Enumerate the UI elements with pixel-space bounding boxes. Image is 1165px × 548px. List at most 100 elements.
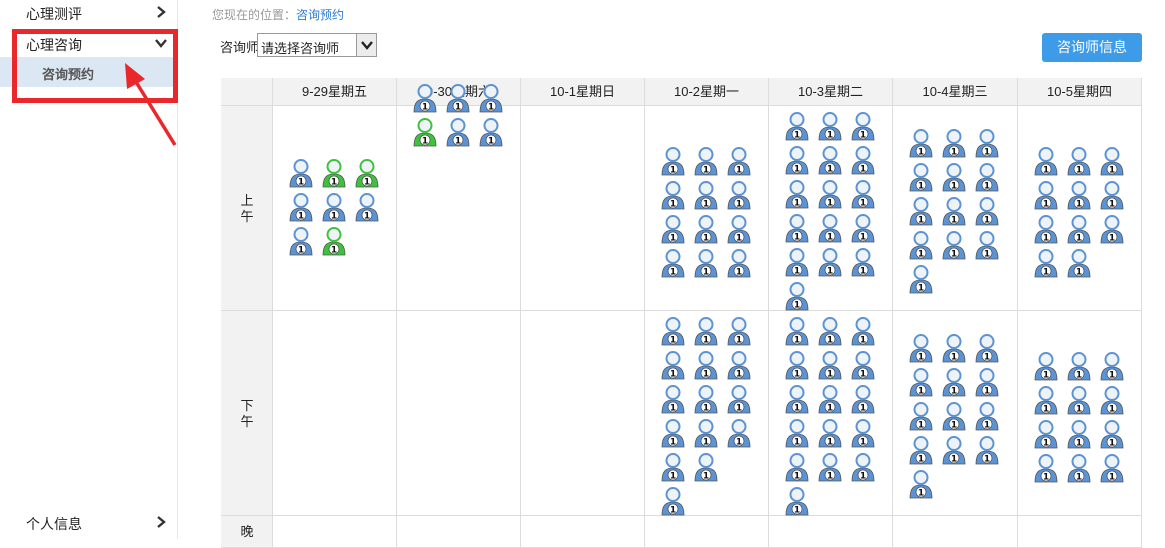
slot-available[interactable]: 1	[1033, 385, 1059, 415]
slot-available[interactable]: 1	[1033, 248, 1059, 278]
slot-available[interactable]: 1	[660, 350, 686, 380]
slot-available[interactable]: 1	[941, 435, 967, 465]
slot-available[interactable]: 1	[974, 128, 1000, 158]
slot-available[interactable]: 1	[850, 247, 876, 277]
slot-available[interactable]: 1	[850, 213, 876, 243]
slot-available[interactable]: 1	[288, 158, 314, 188]
slot-available[interactable]: 1	[941, 367, 967, 397]
slot-available[interactable]: 1	[693, 384, 719, 414]
slot-available[interactable]: 1	[660, 146, 686, 176]
slot-available[interactable]: 1	[693, 248, 719, 278]
slot-available[interactable]: 1	[974, 367, 1000, 397]
slot-available[interactable]: 1	[354, 192, 380, 222]
slot-available[interactable]: 1	[784, 145, 810, 175]
slot-available[interactable]: 1	[941, 333, 967, 363]
slot-available[interactable]: 1	[693, 180, 719, 210]
slot-available[interactable]: 1	[693, 350, 719, 380]
slot-available[interactable]: 1	[784, 486, 810, 516]
slot-available[interactable]: 1	[1033, 453, 1059, 483]
slot-available[interactable]: 1	[850, 350, 876, 380]
slot-available[interactable]: 1	[726, 316, 752, 346]
slot-available[interactable]: 1	[784, 281, 810, 311]
slot-available[interactable]: 1	[726, 146, 752, 176]
slot-available[interactable]: 1	[941, 162, 967, 192]
slot-available[interactable]: 1	[817, 247, 843, 277]
slot-available[interactable]: 1	[784, 452, 810, 482]
slot-available[interactable]: 1	[1033, 146, 1059, 176]
slot-available[interactable]: 1	[1066, 180, 1092, 210]
slot-available[interactable]: 1	[1033, 214, 1059, 244]
slot-available[interactable]: 1	[445, 83, 471, 113]
slot-available[interactable]: 1	[726, 214, 752, 244]
counselor-select[interactable]: 请选择咨询师	[257, 33, 377, 57]
slot-available[interactable]: 1	[1066, 146, 1092, 176]
slot-available[interactable]: 1	[784, 247, 810, 277]
slot-available[interactable]: 1	[817, 213, 843, 243]
slot-available[interactable]: 1	[660, 214, 686, 244]
slot-available[interactable]: 1	[850, 418, 876, 448]
slot-available[interactable]: 1	[288, 192, 314, 222]
slot-available[interactable]: 1	[784, 179, 810, 209]
slot-available[interactable]: 1	[817, 316, 843, 346]
slot-available[interactable]: 1	[908, 264, 934, 294]
slot-available[interactable]: 1	[660, 180, 686, 210]
slot-available[interactable]: 1	[445, 117, 471, 147]
slot-available[interactable]: 1	[974, 196, 1000, 226]
slot-available[interactable]: 1	[693, 418, 719, 448]
slot-available[interactable]: 1	[660, 418, 686, 448]
slot-available[interactable]: 1	[784, 350, 810, 380]
slot-available[interactable]: 1	[817, 145, 843, 175]
slot-available[interactable]: 1	[784, 384, 810, 414]
dropdown-button[interactable]	[356, 34, 376, 56]
slot-available[interactable]: 1	[478, 83, 504, 113]
slot-available[interactable]: 1	[1099, 385, 1125, 415]
slot-available[interactable]: 1	[1066, 453, 1092, 483]
slot-available[interactable]: 1	[850, 384, 876, 414]
slot-available[interactable]: 1	[1066, 419, 1092, 449]
slot-available[interactable]: 1	[660, 316, 686, 346]
slot-available[interactable]: 1	[1099, 214, 1125, 244]
slot-available[interactable]: 1	[850, 111, 876, 141]
sidebar-item-personal-info[interactable]: 个人信息	[0, 510, 178, 534]
breadcrumb-current[interactable]: 咨询预约	[296, 8, 344, 22]
slot-available[interactable]: 1	[908, 367, 934, 397]
slot-available[interactable]: 1	[660, 486, 686, 516]
slot-available[interactable]: 1	[1099, 453, 1125, 483]
slot-available[interactable]: 1	[908, 196, 934, 226]
slot-available[interactable]: 1	[412, 83, 438, 113]
slot-available[interactable]: 1	[974, 230, 1000, 260]
slot-available[interactable]: 1	[908, 401, 934, 431]
slot-available[interactable]: 1	[726, 384, 752, 414]
slot-available[interactable]: 1	[784, 418, 810, 448]
slot-available[interactable]: 1	[726, 248, 752, 278]
slot-available[interactable]: 1	[941, 401, 967, 431]
slot-available[interactable]: 1	[908, 128, 934, 158]
slot-available[interactable]: 1	[1099, 180, 1125, 210]
slot-available[interactable]: 1	[321, 192, 347, 222]
slot-available[interactable]: 1	[817, 179, 843, 209]
counselor-info-button[interactable]: 咨询师信息	[1042, 33, 1142, 62]
slot-available[interactable]: 1	[850, 145, 876, 175]
slot-available[interactable]: 1	[693, 146, 719, 176]
slot-available[interactable]: 1	[660, 384, 686, 414]
slot-available[interactable]: 1	[908, 162, 934, 192]
slot-available[interactable]: 1	[817, 418, 843, 448]
slot-available[interactable]: 1	[1033, 419, 1059, 449]
slot-available[interactable]: 1	[693, 316, 719, 346]
slot-available[interactable]: 1	[784, 316, 810, 346]
slot-available[interactable]: 1	[1066, 248, 1092, 278]
slot-available[interactable]: 1	[660, 248, 686, 278]
slot-available[interactable]: 1	[850, 452, 876, 482]
slot-available[interactable]: 1	[908, 333, 934, 363]
slot-available[interactable]: 1	[908, 435, 934, 465]
slot-available[interactable]: 1	[850, 179, 876, 209]
slot-available[interactable]: 1	[941, 230, 967, 260]
slot-available[interactable]: 1	[1033, 180, 1059, 210]
slot-available[interactable]: 1	[693, 214, 719, 244]
slot-available[interactable]: 1	[974, 162, 1000, 192]
slot-available[interactable]: 1	[784, 213, 810, 243]
slot-available[interactable]: 1	[1099, 351, 1125, 381]
slot-available[interactable]: 1	[726, 350, 752, 380]
slot-available[interactable]: 1	[1066, 214, 1092, 244]
slot-available[interactable]: 1	[941, 196, 967, 226]
